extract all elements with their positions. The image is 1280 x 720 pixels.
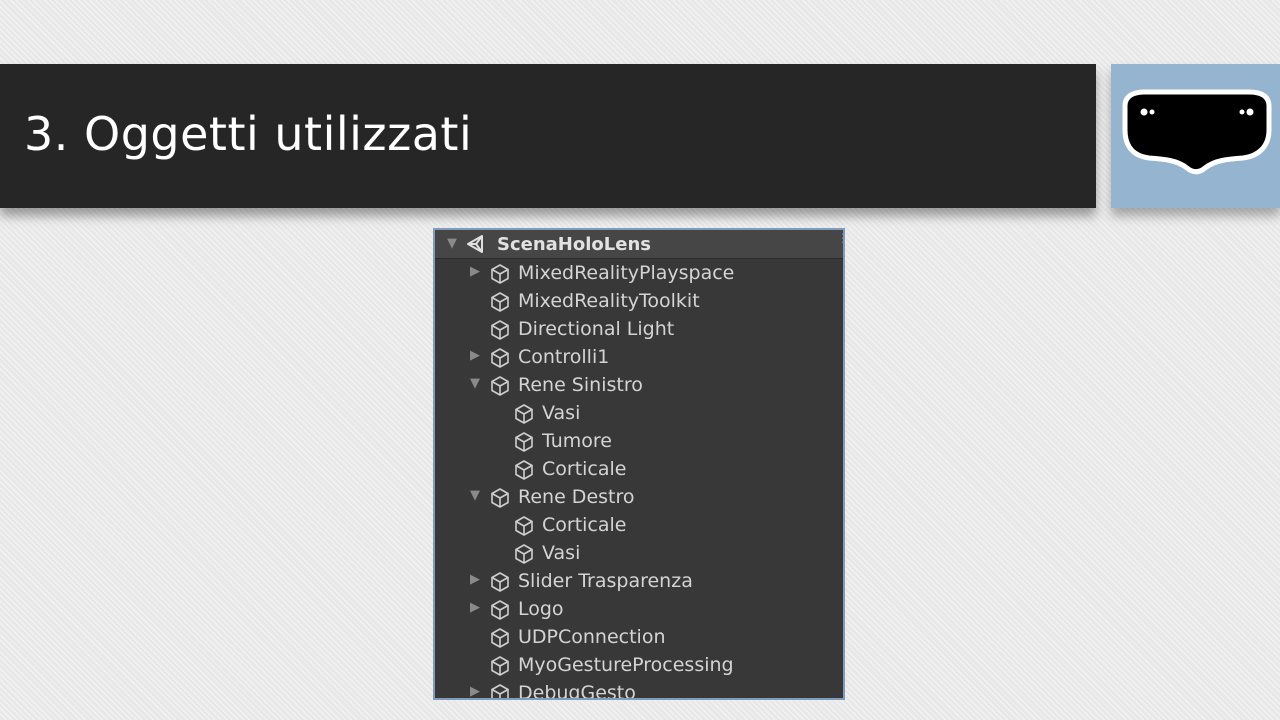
- gameobject-cube-icon: [489, 347, 511, 369]
- gameobject-cube-icon: [489, 487, 511, 509]
- hierarchy-item-label: UDPConnection: [518, 626, 666, 648]
- logo-tile: [1111, 64, 1280, 208]
- unity-logo-icon: [467, 235, 483, 253]
- hierarchy-item[interactable]: Vasi: [435, 398, 843, 426]
- hierarchy-item-label: Rene Sinistro: [518, 374, 643, 396]
- hierarchy-item[interactable]: ▶ Logo: [435, 594, 843, 622]
- collapsed-arrow-icon[interactable]: ▶: [468, 601, 482, 615]
- gameobject-cube-icon: [489, 683, 511, 698]
- gameobject-cube-icon: [489, 571, 511, 593]
- hierarchy-item[interactable]: ▶ DebugGesto: [435, 678, 843, 700]
- hierarchy-panel[interactable]: ▼ ScenaHoloLens ⋮ ▶ MixedRealityPlayspace…: [433, 228, 845, 700]
- hierarchy-item[interactable]: UDPConnection: [435, 622, 843, 650]
- scene-header-row[interactable]: ▼ ScenaHoloLens ⋮: [435, 230, 843, 259]
- hololens-headset-icon: [1122, 89, 1272, 175]
- gameobject-cube-icon: [489, 599, 511, 621]
- hierarchy-item[interactable]: ▶ MixedRealityPlayspace: [435, 258, 843, 286]
- more-options-icon[interactable]: ⋮: [837, 232, 843, 252]
- hierarchy-item[interactable]: Corticale: [435, 510, 843, 538]
- gameobject-cube-icon: [513, 403, 535, 425]
- expanded-arrow-icon[interactable]: ▼: [468, 377, 482, 391]
- hierarchy-item-label: MixedRealityPlayspace: [518, 262, 735, 284]
- hierarchy-item-label: Vasi: [542, 402, 581, 424]
- hierarchy-item-label: Rene Destro: [518, 486, 635, 508]
- gameobject-cube-icon: [489, 655, 511, 677]
- hierarchy-item-label: Controlli1: [518, 346, 610, 368]
- hierarchy-item[interactable]: ▼ Rene Destro: [435, 482, 843, 510]
- expanded-arrow-icon[interactable]: ▼: [468, 489, 482, 503]
- hierarchy-item-label: Directional Light: [518, 318, 675, 340]
- gameobject-cube-icon: [489, 375, 511, 397]
- gameobject-cube-icon: [489, 627, 511, 649]
- slide-title: 3. Oggetti utilizzati: [24, 107, 473, 161]
- gameobject-cube-icon: [489, 291, 511, 313]
- hierarchy-item[interactable]: Corticale: [435, 454, 843, 482]
- hierarchy-item-label: DebugGesto: [518, 682, 636, 700]
- hierarchy-item-label: Logo: [518, 598, 564, 620]
- hierarchy-item-label: MyoGestureProcessing: [518, 654, 734, 676]
- scene-name: ScenaHoloLens: [497, 234, 651, 255]
- gameobject-cube-icon: [489, 263, 511, 285]
- gameobject-cube-icon: [489, 319, 511, 341]
- collapsed-arrow-icon[interactable]: ▶: [468, 685, 482, 699]
- hierarchy-item-label: MixedRealityToolkit: [518, 290, 700, 312]
- hierarchy-item[interactable]: ▶ Slider Trasparenza: [435, 566, 843, 594]
- collapsed-arrow-icon[interactable]: ▶: [468, 349, 482, 363]
- gameobject-cube-icon: [513, 515, 535, 537]
- gameobject-cube-icon: [513, 543, 535, 565]
- hierarchy-item[interactable]: Tumore: [435, 426, 843, 454]
- hierarchy-item[interactable]: Directional Light: [435, 314, 843, 342]
- hierarchy-item-label: Corticale: [542, 514, 627, 536]
- expand-arrow-icon[interactable]: ▼: [445, 237, 459, 251]
- hierarchy-item[interactable]: Vasi: [435, 538, 843, 566]
- hierarchy-item-label: Vasi: [542, 542, 581, 564]
- gameobject-cube-icon: [513, 431, 535, 453]
- hierarchy-item[interactable]: ▶ Controlli1: [435, 342, 843, 370]
- gameobject-cube-icon: [513, 459, 535, 481]
- hierarchy-item[interactable]: ▼ Rene Sinistro: [435, 370, 843, 398]
- hierarchy-item[interactable]: MixedRealityToolkit: [435, 286, 843, 314]
- hierarchy-item[interactable]: MyoGestureProcessing: [435, 650, 843, 678]
- collapsed-arrow-icon[interactable]: ▶: [468, 265, 482, 279]
- hierarchy-item-label: Corticale: [542, 458, 627, 480]
- collapsed-arrow-icon[interactable]: ▶: [468, 573, 482, 587]
- hierarchy-item-label: Slider Trasparenza: [518, 570, 693, 592]
- hierarchy-item-label: Tumore: [542, 430, 612, 452]
